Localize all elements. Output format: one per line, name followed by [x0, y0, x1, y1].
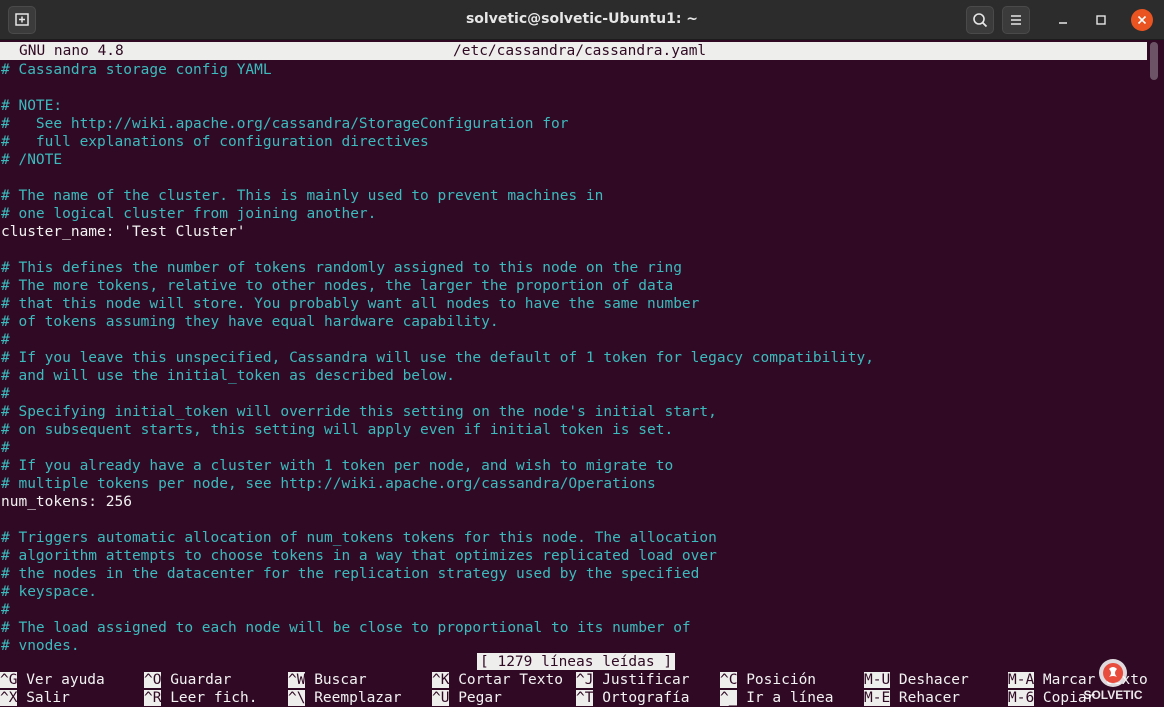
shortcut-key: ^X: [0, 690, 18, 706]
shortcut-label: Ver ayuda: [17, 672, 105, 688]
shortcut-item: ^T Ortografía: [576, 689, 690, 707]
search-icon: [973, 13, 988, 28]
shortcut-item: ^G Ver ayuda: [0, 671, 105, 689]
minimize-button[interactable]: [1051, 8, 1075, 32]
comment-line: # If you already have a cluster with 1 t…: [1, 458, 674, 474]
search-button[interactable]: [966, 6, 994, 34]
close-icon: [1137, 15, 1147, 25]
comment-line: # multiple tokens per node, see http://w…: [1, 476, 656, 492]
comment-line: # The name of the cluster. This is mainl…: [1, 188, 604, 204]
nano-header-bar: GNU nano 4.8 /etc/cassandra/cassandra.ya…: [0, 42, 1147, 60]
comment-line: # Triggers automatic allocation of num_t…: [1, 530, 717, 546]
comment-line: # that this node will store. You probabl…: [1, 296, 700, 312]
shortcut-key: M-U: [864, 672, 891, 688]
shortcut-label: Rehacer: [890, 690, 961, 706]
close-button[interactable]: [1131, 9, 1153, 31]
shortcut-label: Buscar: [305, 672, 367, 688]
comment-line: # algorithm attempts to choose tokens in…: [1, 548, 717, 564]
shortcut-item: ^R Leer fich.: [144, 689, 258, 707]
minimize-icon: [1059, 22, 1067, 24]
comment-line: #: [1, 440, 10, 456]
shortcut-label: Deshacer: [890, 672, 969, 688]
comment-line: # The more tokens, relative to other nod…: [1, 278, 674, 294]
config-line: num_tokens: 256: [1, 494, 132, 510]
window-titlebar[interactable]: solvetic@solvetic-Ubuntu1: ~: [0, 0, 1164, 40]
config-line: [1, 79, 874, 97]
shortcut-key: ^W: [288, 672, 306, 688]
comment-line: # of tokens assuming they have equal har…: [1, 314, 499, 330]
shortcut-item: ^\ Reemplazar: [288, 689, 402, 707]
shortcut-item: M-E Rehacer: [864, 689, 960, 707]
hamburger-menu-icon: [1011, 15, 1021, 25]
shortcut-item: ^O Guardar: [144, 671, 231, 689]
shortcut-key: ^K: [432, 672, 450, 688]
svg-text:SOLVETIC: SOLVETIC: [1083, 688, 1142, 702]
shortcut-label: Salir: [17, 690, 70, 706]
shortcut-item: M-U Deshacer: [864, 671, 969, 689]
comment-line: # full explanations of configuration dir…: [1, 134, 429, 150]
comment-line: # Specifying initial_token will override…: [1, 404, 717, 420]
shortcut-label: Ortografía: [593, 690, 690, 706]
config-line: [1, 511, 874, 529]
shortcut-key: ^T: [576, 690, 594, 706]
shortcut-key: ^O: [144, 672, 162, 688]
shortcut-item: ^C Posición: [720, 671, 816, 689]
solvetic-logo: SOLVETIC: [1078, 655, 1148, 703]
comment-line: # The load assigned to each node will be…: [1, 620, 691, 636]
comment-line: # This defines the number of tokens rand…: [1, 260, 682, 276]
comment-line: # /NOTE: [1, 152, 63, 168]
config-line: cluster_name: 'Test Cluster': [1, 224, 246, 240]
nano-filename: /etc/cassandra/cassandra.yaml: [453, 43, 707, 59]
menu-button[interactable]: [1002, 6, 1030, 34]
maximize-button[interactable]: [1089, 8, 1113, 32]
scrollbar-thumb[interactable]: [1150, 42, 1158, 80]
maximize-icon: [1096, 15, 1106, 25]
comment-line: #: [1, 386, 10, 402]
shortcut-label: Cortar Texto: [449, 672, 563, 688]
comment-line: #: [1, 602, 10, 618]
terminal-area[interactable]: GNU nano 4.8 /etc/cassandra/cassandra.ya…: [0, 42, 1164, 707]
comment-line: #: [1, 332, 10, 348]
shortcut-label: Guardar: [161, 672, 232, 688]
shortcut-key: ^R: [144, 690, 162, 706]
shortcut-label: Pegar: [449, 690, 502, 706]
shortcut-item: ^U Pegar: [432, 689, 502, 707]
shortcut-label: Posición: [737, 672, 817, 688]
config-line: [1, 169, 874, 187]
config-line: [1, 241, 874, 259]
shortcut-label: Justificar: [593, 672, 690, 688]
shortcut-key: ^C: [720, 672, 738, 688]
shortcut-label: Ir a línea: [737, 690, 834, 706]
editor-buffer[interactable]: # Cassandra storage config YAML # NOTE: # …: [1, 61, 874, 655]
comment-line: # vnodes.: [1, 638, 80, 654]
comment-line: # on subsequent starts, this setting wil…: [1, 422, 674, 438]
shortcut-bar: ^G Ver ayuda ^O Guardar ^W Buscar ^K Cortar…: [0, 671, 1164, 707]
comment-line: # one logical cluster from joining anoth…: [1, 206, 377, 222]
shortcut-key: ^G: [0, 672, 18, 688]
comment-line: # Cassandra storage config YAML: [1, 62, 272, 78]
comment-line: # NOTE:: [1, 98, 63, 114]
comment-line: # and will use the initial_token as desc…: [1, 368, 455, 384]
shortcut-item: ^X Salir: [0, 689, 70, 707]
shortcut-key: ^_: [720, 690, 738, 706]
shortcut-label: Leer fich.: [161, 690, 258, 706]
shortcut-item: ^_ Ir a línea: [720, 689, 834, 707]
nano-version: GNU nano 4.8: [19, 43, 124, 59]
shortcut-key: ^U: [432, 690, 450, 706]
shortcut-key: M-E: [864, 690, 891, 706]
comment-line: # If you leave this unspecified, Cassand…: [1, 350, 874, 366]
comment-line: # keyspace.: [1, 584, 98, 600]
shortcut-label: Reemplazar: [305, 690, 402, 706]
shortcut-item: ^K Cortar Texto: [432, 671, 563, 689]
status-message: [ 1279 líneas leídas ]: [477, 653, 676, 670]
shortcut-key: M-A: [1008, 672, 1035, 688]
shortcut-item: ^J Justificar: [576, 671, 690, 689]
comment-line: # See http://wiki.apache.org/cassandra/S…: [1, 116, 569, 132]
shortcut-key: M-6: [1008, 690, 1035, 706]
shortcut-item: ^W Buscar: [288, 671, 367, 689]
shortcut-key: ^J: [576, 672, 594, 688]
comment-line: # the nodes in the datacenter for the re…: [1, 566, 700, 582]
shortcut-key: ^\: [288, 690, 306, 706]
